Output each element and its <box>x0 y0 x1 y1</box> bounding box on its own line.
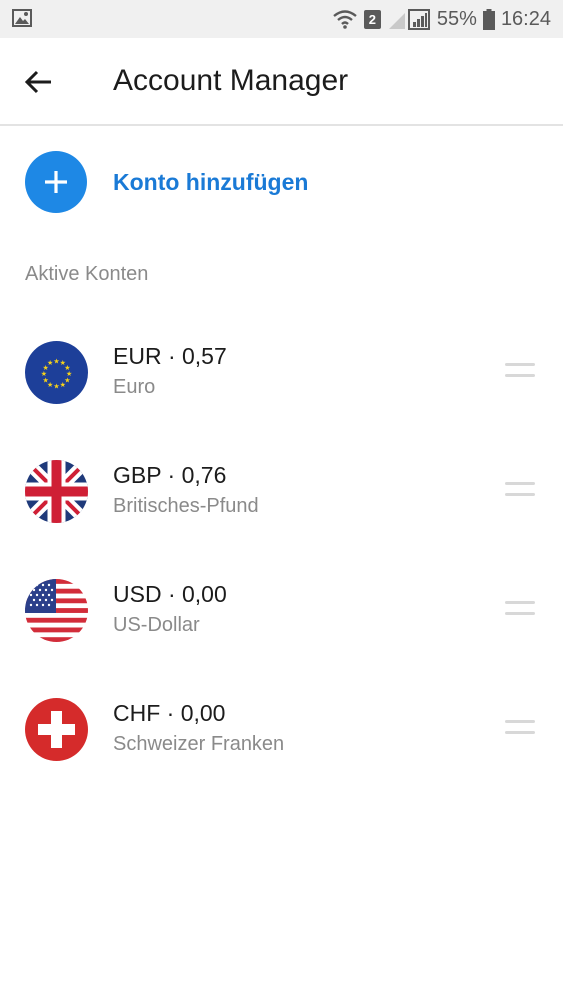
plus-icon <box>45 171 67 193</box>
drag-handle-icon[interactable] <box>505 363 535 381</box>
account-subtitle: Euro <box>113 376 156 398</box>
sim-icon: 2 <box>363 9 381 29</box>
account-row-eur[interactable]: ★ ★ ★ ★ ★ ★ ★ ★ ★ ★ ★ ★ EUR · 0,57 Euro <box>0 331 563 431</box>
status-right: 2 55% 16:24 <box>332 0 551 38</box>
eu-flag-icon: ★ ★ ★ ★ ★ ★ ★ ★ ★ ★ ★ ★ <box>25 341 88 404</box>
battery-percent: 55% <box>436 7 477 30</box>
drag-handle-icon[interactable] <box>505 482 535 500</box>
back-arrow-icon[interactable] <box>18 61 60 103</box>
add-account-circle[interactable] <box>25 151 87 213</box>
page-title: Account Manager <box>113 64 349 97</box>
add-account-button[interactable]: Konto hinzufügen <box>0 140 563 226</box>
add-account-label[interactable]: Konto hinzufügen <box>113 169 308 196</box>
app-bar: Account Manager <box>0 38 563 126</box>
status-bar: 2 55% 16:24 <box>0 0 563 38</box>
account-subtitle: Britisches-Pfund <box>113 495 259 517</box>
battery-icon <box>482 8 495 30</box>
drag-handle-icon[interactable] <box>505 601 535 619</box>
uk-flag-icon <box>25 460 88 523</box>
ch-flag-icon <box>25 698 88 761</box>
account-title: USD · 0,00 <box>113 581 227 607</box>
us-flag-icon <box>25 579 88 642</box>
account-subtitle: Schweizer Franken <box>113 733 285 755</box>
section-label-active-accounts: Aktive Konten <box>25 263 149 285</box>
account-row-gbp[interactable]: GBP · 0,76 Britisches-Pfund <box>0 450 563 550</box>
account-subtitle: US-Dollar <box>113 614 200 636</box>
clock: 16:24 <box>500 7 551 30</box>
signal-icon <box>388 9 430 30</box>
account-title: GBP · 0,76 <box>113 462 227 488</box>
account-title: EUR · 0,57 <box>113 343 227 369</box>
drag-handle-icon[interactable] <box>505 720 535 738</box>
image-icon <box>12 9 32 27</box>
account-row-usd[interactable]: USD · 0,00 US-Dollar <box>0 569 563 669</box>
svg-text:★: ★ <box>53 383 59 391</box>
wifi-icon <box>333 10 357 29</box>
account-row-chf[interactable]: CHF · 0,00 Schweizer Franken <box>0 688 563 788</box>
svg-text:★: ★ <box>60 381 66 389</box>
account-title: CHF · 0,00 <box>113 700 226 726</box>
svg-text:★: ★ <box>47 359 53 367</box>
